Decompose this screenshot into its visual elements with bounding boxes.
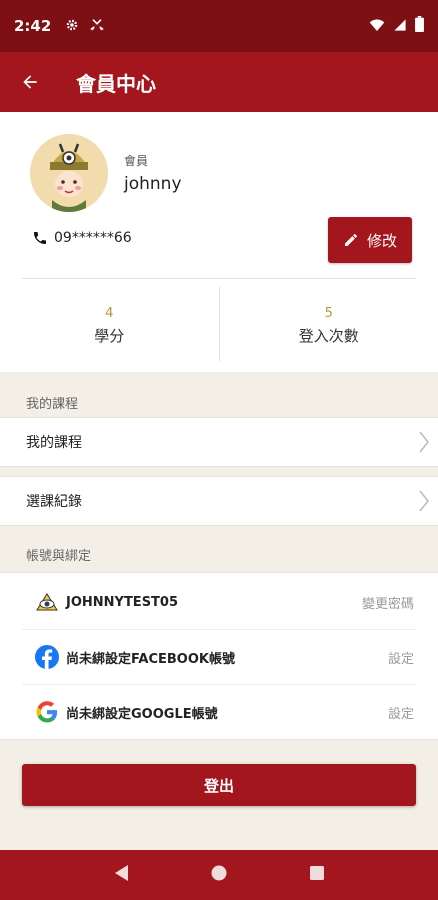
status-bar: 2:42 <box>0 0 438 52</box>
signal-icon <box>393 17 407 36</box>
member-label: 會員 <box>124 154 149 168</box>
chevron-right-icon <box>419 431 429 453</box>
pencil-icon <box>344 233 357 246</box>
stat-label: 登入次數 <box>298 327 359 345</box>
battery-icon <box>415 16 424 36</box>
stats-row: 4 學分 5 登入次數 <box>0 287 438 365</box>
account-row-app: JOHNNYTEST05 變更密碼 <box>0 575 438 629</box>
phone-number: 09******66 <box>54 230 132 246</box>
list-item-my-courses[interactable]: 我的課程 <box>0 417 438 467</box>
nav-home-icon[interactable] <box>210 864 228 886</box>
phone-icon <box>34 232 46 244</box>
google-icon <box>34 699 60 725</box>
edit-profile-button[interactable]: 修改 <box>328 217 412 263</box>
list-item-course-history[interactable]: 選課紀錄 <box>0 476 438 526</box>
nav-recents-icon[interactable] <box>309 865 325 885</box>
member-name: johnny <box>124 174 182 194</box>
back-button[interactable] <box>0 52 60 112</box>
stat-value: 5 <box>324 306 333 321</box>
edit-label: 修改 <box>366 231 397 250</box>
wifi-icon <box>369 17 385 36</box>
page-title: 會員中心 <box>76 71 156 96</box>
phone-row: 09******66 <box>32 230 132 246</box>
facebook-bind-label: 尚未綁設定FACEBOOK帳號 <box>66 651 235 667</box>
facebook-setup-link[interactable]: 設定 <box>388 648 414 667</box>
nav-back-icon[interactable] <box>113 864 129 886</box>
divider <box>22 278 416 279</box>
list-item-label: 我的課程 <box>26 435 82 451</box>
google-setup-link[interactable]: 設定 <box>388 703 414 722</box>
section-header-account: 帳號與綁定 <box>26 548 92 564</box>
account-card: JOHNNYTEST05 變更密碼 尚未綁設定FACEBOOK帳號 設定 尚未綁… <box>0 572 438 740</box>
app-logo-icon <box>34 589 60 615</box>
logout-button[interactable]: 登出 <box>22 764 416 806</box>
list-item-label: 選課紀錄 <box>26 494 82 510</box>
arrow-back-icon <box>23 75 37 89</box>
chevron-right-icon <box>419 490 429 512</box>
settings-gear-icon <box>65 17 79 36</box>
facebook-icon <box>34 644 60 670</box>
account-row-facebook: 尚未綁設定FACEBOOK帳號 設定 <box>0 630 438 684</box>
profile-card: 會員 johnny 09******66 修改 4 學分 5 登入次數 <box>0 112 438 372</box>
account-username: JOHNNYTEST05 <box>66 594 179 610</box>
stat-value: 4 <box>105 306 114 321</box>
status-time: 2:42 <box>14 17 52 35</box>
stat-credits: 4 學分 <box>0 287 219 365</box>
stat-label: 學分 <box>94 327 125 345</box>
system-nav-bar <box>0 850 438 900</box>
missed-call-icon <box>89 17 105 36</box>
account-row-google: 尚未綁設定GOOGLE帳號 設定 <box>0 685 438 739</box>
stat-login-count: 5 登入次數 <box>220 287 438 365</box>
app-bar: 會員中心 <box>0 52 438 112</box>
avatar <box>30 134 108 212</box>
google-bind-label: 尚未綁設定GOOGLE帳號 <box>66 706 218 722</box>
change-password-link[interactable]: 變更密碼 <box>362 593 414 612</box>
